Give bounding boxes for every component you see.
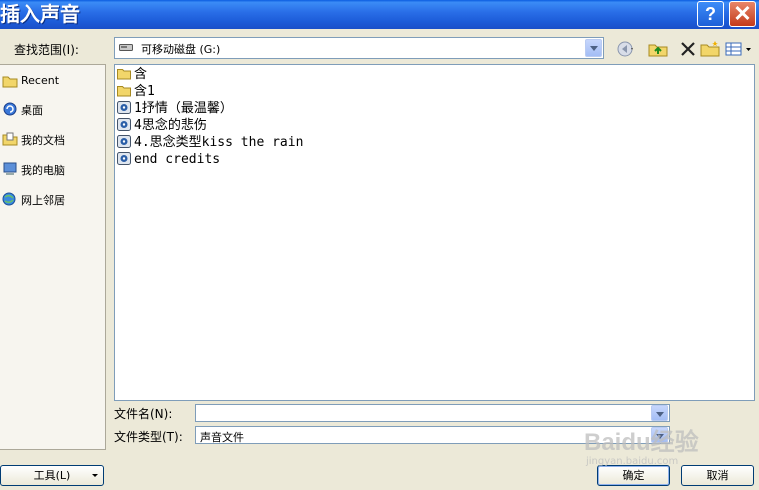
- window-title: 插入声音: [0, 2, 80, 26]
- file-list[interactable]: 含 含1 1抒情（最温馨） 4思念的悲伤 4.思念类型kiss the rain: [114, 64, 755, 401]
- file-name: 含: [134, 67, 148, 82]
- my-computer-icon: [3, 162, 17, 175]
- up-folder-icon[interactable]: [648, 40, 668, 58]
- help-button[interactable]: ?: [697, 1, 724, 27]
- file-name: 4.思念类型kiss the rain: [134, 135, 304, 150]
- chevron-down-icon[interactable]: [651, 405, 668, 421]
- filetype-select[interactable]: 声音文件: [195, 426, 670, 444]
- chevron-down-icon: [92, 474, 98, 477]
- audio-file-icon: [117, 118, 131, 131]
- folder-icon: [117, 69, 131, 80]
- audio-file-icon: [117, 135, 131, 148]
- file-name: 4思念的悲伤: [134, 118, 207, 133]
- tools-button[interactable]: 工具(L): [0, 465, 104, 486]
- place-label: Recent: [21, 74, 60, 87]
- place-desktop[interactable]: 桌面: [2, 99, 102, 119]
- file-name: end credits: [134, 152, 221, 167]
- place-my-documents[interactable]: 我的文档: [2, 129, 102, 149]
- folder-icon: [117, 86, 131, 97]
- place-network[interactable]: 网上邻居: [2, 189, 102, 209]
- tools-button-label: 工具(L): [33, 469, 71, 482]
- file-name: 1抒情（最温馨）: [134, 101, 233, 116]
- place-recent[interactable]: Recent: [2, 71, 102, 91]
- lookin-dropdown[interactable]: 可移动磁盘 (G:): [114, 37, 604, 59]
- file-name: 含1: [134, 84, 155, 99]
- delete-icon[interactable]: [678, 40, 698, 58]
- back-icon[interactable]: [616, 40, 636, 58]
- audio-file-icon: [117, 101, 131, 114]
- filetype-label: 文件类型(T):: [114, 430, 183, 444]
- network-icon: [2, 192, 16, 206]
- place-label: 我的文档: [21, 134, 65, 147]
- chevron-down-icon[interactable]: [651, 427, 668, 443]
- place-label: 网上邻居: [21, 194, 65, 207]
- lookin-label: 查找范围(I):: [14, 43, 79, 57]
- close-button[interactable]: ✕: [729, 1, 756, 27]
- desktop-icon: [3, 102, 17, 116]
- my-documents-icon: [2, 132, 18, 146]
- place-label: 我的电脑: [21, 164, 65, 177]
- filename-field[interactable]: [195, 404, 670, 422]
- title-bar[interactable]: 插入声音 ? ✕: [0, 0, 759, 29]
- recent-folder-icon: [2, 76, 18, 88]
- new-folder-icon[interactable]: [700, 40, 720, 58]
- place-label: 桌面: [21, 104, 43, 117]
- filename-label: 文件名(N):: [114, 407, 173, 421]
- removable-drive-icon: [119, 44, 133, 51]
- ok-button[interactable]: 确定: [597, 465, 670, 486]
- filetype-value: 声音文件: [200, 431, 244, 444]
- lookin-value: 可移动磁盘 (G:): [141, 43, 221, 56]
- places-bar: Recent 桌面 我的文档 我的电脑 网上邻居: [0, 64, 106, 450]
- cancel-button[interactable]: 取消: [681, 465, 754, 486]
- place-my-computer[interactable]: 我的电脑: [2, 159, 102, 179]
- views-icon[interactable]: [724, 40, 754, 58]
- audio-file-icon: [117, 152, 131, 165]
- chevron-down-icon[interactable]: [585, 39, 602, 57]
